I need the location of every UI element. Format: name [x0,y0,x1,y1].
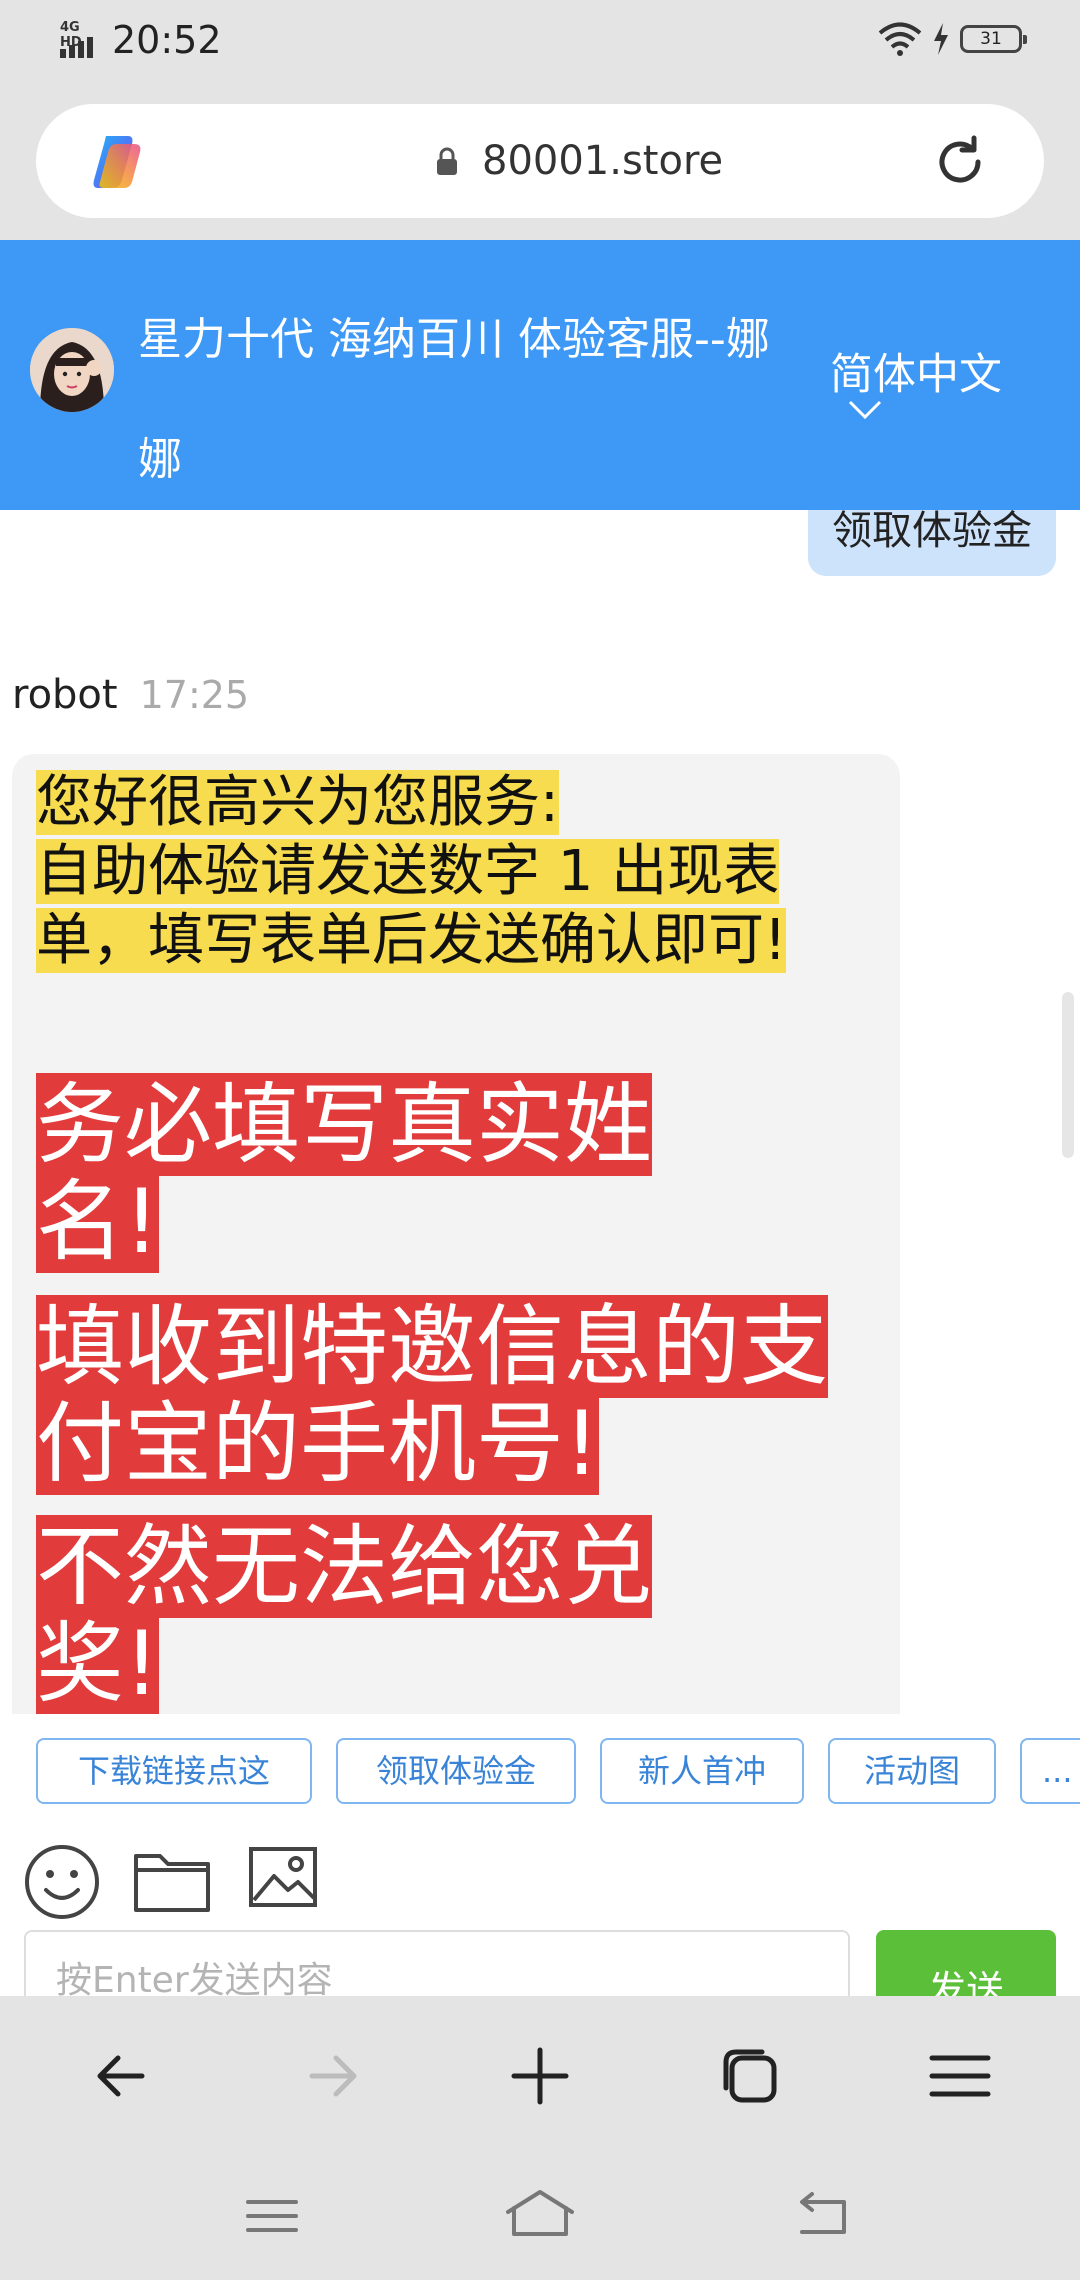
chevron-down-icon[interactable] [848,400,882,420]
back-arrow-icon[interactable] [82,2036,162,2116]
quick-reply-first-deposit[interactable]: 新人首冲 [600,1738,804,1804]
bot-instructions: 您好很高兴为您服务: 自助体验请发送数字 1 出现表单，填写表单后发送确认即可! [36,768,876,975]
cellular-signal-icon: 4G HD [58,20,104,60]
warning-line-2: 填收到特邀信息的支付宝的手机号! [36,1295,836,1495]
plus-icon[interactable] [500,2036,580,2116]
clock: 20:52 [112,18,222,62]
chat-header: 星力十代 海纳百川 体验客服--娜娜 简体中文 [0,240,1080,510]
message-input[interactable] [24,1930,850,1996]
wifi-icon [878,22,922,56]
lock-icon [437,147,457,175]
web-page: 星力十代 海纳百川 体验客服--娜娜 简体中文 领取体验金 robot 17:25… [0,240,1080,1996]
send-button[interactable]: 发送 [876,1930,1056,1996]
warning-line-3: 不然无法给您兑奖! [36,1515,736,1714]
url-text[interactable]: 80001.store [482,138,723,184]
status-bar: 4G HD 20:52 31 [0,0,1080,86]
quick-reply-promo-image[interactable]: 活动图 [828,1738,996,1804]
quick-reply-claim-bonus[interactable]: 领取体验金 [336,1738,576,1804]
recent-apps-icon[interactable] [240,2186,304,2246]
emoji-icon[interactable] [22,1842,102,1922]
highlighted-text-red: 不然无法给您兑奖! [36,1515,653,1714]
quick-reply-more[interactable]: ... [1020,1738,1080,1804]
highlighted-text-red: 务必填写真实姓名! [36,1073,653,1273]
chat-title: 星力十代 海纳百川 体验客服--娜娜 [138,314,770,485]
avatar-photo [30,328,114,412]
menu-icon[interactable] [920,2036,1000,2116]
quick-reply-row: 下载链接点这 领取体验金 新人首冲 活动图 ... [0,1714,1080,1824]
url-display[interactable]: 80001.store [436,104,723,218]
reload-icon[interactable] [930,132,990,192]
status-left: 4G HD 20:52 [58,18,222,62]
sender-name: robot [12,672,118,718]
bot-message-bubble: 您好很高兴为您服务: 自助体验请发送数字 1 出现表单，填写表单后发送确认即可!… [12,754,900,1714]
highlighted-text-red: 填收到特邀信息的支付宝的手机号! [36,1295,829,1495]
battery-icon: 31 [960,25,1027,53]
home-icon[interactable] [504,2186,576,2246]
agent-avatar [30,328,114,412]
folder-icon[interactable] [132,1848,212,1914]
tabs-icon[interactable] [710,2036,790,2116]
highlighted-text-yellow: 您好很高兴为您服务: 自助体验请发送数字 1 出现表单，填写表单后发送确认即可! [36,770,787,973]
back-icon[interactable] [792,2186,856,2246]
status-right: 31 [878,22,1027,56]
forward-arrow-icon[interactable] [292,2036,372,2116]
browser-toolbar [0,1996,1080,2156]
copilot-icon[interactable] [86,130,150,194]
language-selector[interactable]: 简体中文 [830,340,1002,402]
composer-tools [0,1820,1080,1920]
charging-icon [934,23,948,55]
scrollbar-thumb[interactable] [1062,992,1074,1158]
image-icon[interactable] [248,1846,318,1910]
message-sender: robot 17:25 [12,672,249,718]
message-time: 17:25 [139,673,250,717]
system-navigation-bar [0,2156,1080,2280]
battery-level: 31 [980,29,1002,49]
address-bar[interactable]: 80001.store [36,104,1044,218]
warning-line-1: 务必填写真实姓名! [36,1073,736,1273]
quick-reply-download-link[interactable]: 下载链接点这 [36,1738,312,1804]
